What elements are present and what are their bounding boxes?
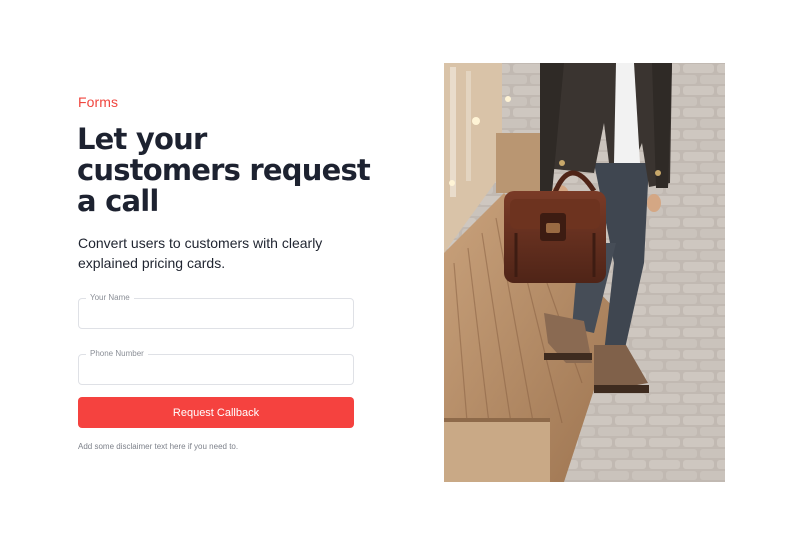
phone-field-label: Phone Number — [86, 348, 148, 360]
form-description: Convert users to customers with clearly … — [78, 235, 323, 271]
disclaimer-text: Add some disclaimer text here if you nee… — [78, 442, 239, 451]
name-field[interactable]: Your Name — [78, 292, 354, 329]
request-callback-button[interactable]: Request Callback — [78, 397, 354, 428]
hero-photo — [444, 63, 725, 482]
eyebrow-label: Forms — [78, 94, 119, 110]
page-title: Let your customers request a call — [77, 122, 371, 218]
name-field-label: Your Name — [86, 292, 134, 304]
phone-field[interactable]: Phone Number — [78, 348, 354, 385]
